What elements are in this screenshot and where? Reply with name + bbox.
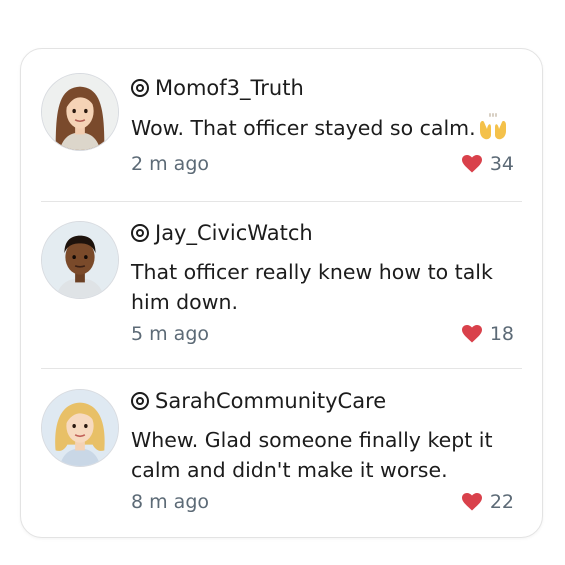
avatar-woman-blonde-hair-icon [42, 390, 118, 466]
like-count: 22 [489, 491, 514, 513]
comments-card: Momof3_Truth Wow. That officer stayed so… [20, 48, 543, 538]
like-button[interactable]: 18 [461, 323, 514, 345]
like-count: 18 [489, 323, 514, 345]
comment-meta: 5 m ago 18 [131, 323, 514, 345]
comment-item: Jay_CivicWatch That officer really knew … [21, 201, 544, 369]
avatar-woman-brown-hair-icon [42, 74, 118, 150]
heart-icon[interactable] [461, 325, 482, 343]
like-count: 34 [489, 153, 514, 175]
comment-text: Wow. That officer stayed so calm. [131, 113, 521, 149]
avatar[interactable] [41, 221, 119, 299]
comment-handle[interactable]: Jay_CivicWatch [131, 221, 313, 245]
comment-body: Wow. That officer stayed so calm. [131, 116, 476, 140]
timestamp: 2 m ago [131, 153, 210, 175]
comment-meta: 8 m ago 22 [131, 491, 514, 513]
username[interactable]: Momof3_Truth [155, 76, 304, 100]
comment-text: Whew. Glad someone finally kept it calm … [131, 428, 493, 482]
comment-item: SarahCommunityCare Whew. Glad someone fi… [21, 369, 544, 539]
raising-hands-emoji-icon [478, 113, 508, 149]
comment-text: That officer really knew how to talk him… [131, 260, 493, 314]
comment-handle[interactable]: Momof3_Truth [131, 76, 304, 100]
comment-item: Momof3_Truth Wow. That officer stayed so… [21, 49, 544, 201]
username[interactable]: Jay_CivicWatch [155, 221, 313, 245]
comment-handle[interactable]: SarahCommunityCare [131, 389, 386, 413]
avatar[interactable] [41, 73, 119, 151]
heart-icon[interactable] [461, 493, 482, 511]
at-handle-icon [131, 224, 149, 242]
avatar-man-dark-skin-icon [42, 222, 118, 298]
comment-meta: 2 m ago 34 [131, 153, 514, 175]
like-button[interactable]: 34 [461, 153, 514, 175]
timestamp: 8 m ago [131, 491, 210, 513]
like-button[interactable]: 22 [461, 491, 514, 513]
timestamp: 5 m ago [131, 323, 210, 345]
heart-icon[interactable] [461, 155, 482, 173]
avatar[interactable] [41, 389, 119, 467]
username[interactable]: SarahCommunityCare [155, 389, 386, 413]
at-handle-icon [131, 392, 149, 410]
at-handle-icon [131, 79, 149, 97]
